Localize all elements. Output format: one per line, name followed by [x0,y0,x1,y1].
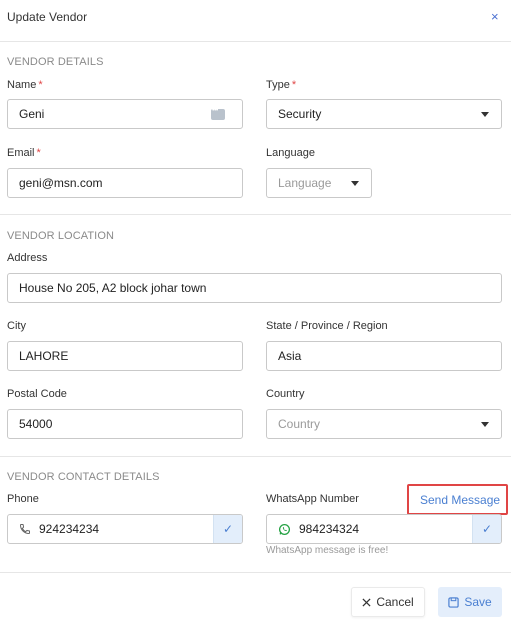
type-select[interactable]: Security [266,99,502,129]
save-button[interactable]: Save [438,587,502,617]
email-value: geni@msn.com [19,176,103,190]
state-value: Asia [278,349,302,363]
check-icon[interactable]: ✓ [472,515,501,543]
phone-label: Phone [7,493,39,505]
type-label: Type * [266,79,297,91]
language-select[interactable]: Language [266,168,372,198]
city-field[interactable]: LAHORE [7,341,243,371]
address-value: House No 205, A2 block johar town [19,281,207,295]
required-marker: * [36,147,41,159]
save-label: Save [464,595,492,609]
x-icon [362,597,371,607]
close-icon[interactable]: × [491,9,499,24]
name-field[interactable]: Geni [7,99,243,129]
check-icon[interactable]: ✓ [213,515,242,543]
divider [0,456,511,457]
whatsapp-hint: WhatsApp message is free! [266,545,389,556]
address-field[interactable]: House No 205, A2 block johar town [7,273,502,303]
language-placeholder: Language [278,176,332,190]
chevron-down-icon [481,422,489,427]
country-placeholder: Country [278,417,321,431]
section-heading-vendor-location: VENDOR LOCATION [7,230,115,242]
language-label: Language [266,147,315,159]
divider [0,41,511,42]
country-label: Country [266,388,305,400]
dots-icon[interactable] [211,107,225,120]
whatsapp-label: WhatsApp Number [266,493,359,505]
save-icon [448,596,459,608]
postal-code-field[interactable]: 54000 [7,409,243,439]
dialog-title: Update Vendor [7,10,88,24]
phone-icon [19,524,30,535]
divider [0,214,511,215]
postal-code-label: Postal Code [7,388,67,400]
whatsapp-icon [278,523,291,535]
section-heading-vendor-details: VENDOR DETAILS [7,56,104,68]
address-label: Address [7,252,48,264]
required-marker: * [38,79,43,91]
email-field[interactable]: geni@msn.com [7,168,243,198]
send-message-link[interactable]: Send Message [420,493,500,507]
state-field[interactable]: Asia [266,341,502,371]
state-label: State / Province / Region [266,320,388,332]
divider [0,572,511,573]
section-heading-vendor-contact: VENDOR CONTACT DETAILS [7,471,160,483]
chevron-down-icon [481,112,489,117]
cancel-button[interactable]: Cancel [351,587,425,617]
required-marker: * [291,79,297,91]
whatsapp-field[interactable]: 984234324 ✓ [266,514,502,544]
city-value: LAHORE [19,349,69,363]
chevron-down-icon [351,181,359,186]
whatsapp-value: 984234324 [299,522,360,536]
name-value: Geni [19,107,45,121]
email-label: Email * [7,147,41,159]
name-label: Name * [7,79,43,91]
phone-value: 924234234 [39,522,100,536]
city-label: City [7,320,26,332]
phone-field[interactable]: 924234234 ✓ [7,514,243,544]
postal-code-value: 54000 [19,417,53,431]
cancel-label: Cancel [376,595,414,609]
type-value: Security [278,107,322,121]
country-select[interactable]: Country [266,409,502,439]
